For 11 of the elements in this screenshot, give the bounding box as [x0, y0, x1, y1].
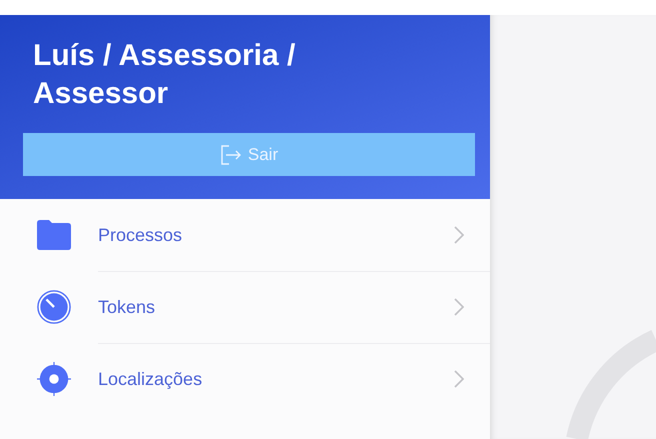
chevron-icon — [454, 298, 464, 316]
logout-icon — [220, 144, 242, 164]
chevron-icon — [454, 370, 464, 388]
menu-item[interactable]: Localizações — [0, 343, 490, 415]
menu-item[interactable]: Tokens — [0, 271, 490, 343]
location-icon — [36, 362, 72, 396]
chevron-icon — [454, 226, 464, 244]
timer-icon — [36, 290, 72, 324]
menu-item[interactable]: Processos — [0, 199, 490, 271]
folder-icon — [36, 218, 72, 252]
user-role-title: Luís / Assessoria / Assessor — [33, 38, 296, 112]
